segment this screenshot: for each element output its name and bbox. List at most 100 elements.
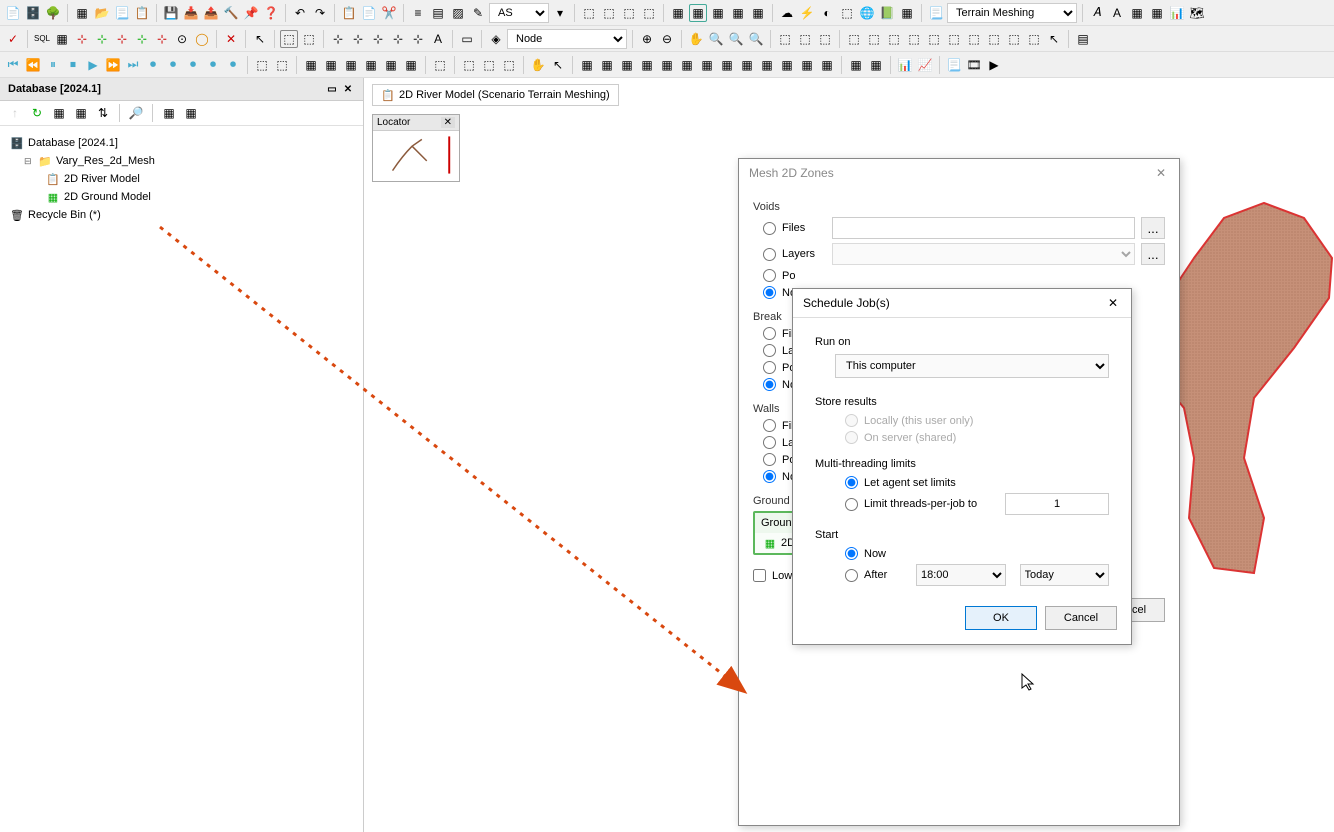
chart2-icon[interactable]: 📊	[896, 56, 914, 74]
as-combo[interactable]: AS	[489, 3, 549, 23]
voids-po-radio[interactable]	[763, 269, 776, 282]
m11-icon[interactable]: ⬚	[480, 56, 498, 74]
bolt-icon[interactable]: ⚡	[798, 4, 816, 22]
tree-root[interactable]: 🗄️ Database [2024.1]	[6, 134, 357, 152]
s8-icon[interactable]: ⬚	[985, 30, 1003, 48]
day-select[interactable]: Today	[1020, 564, 1110, 586]
break-file-radio[interactable]	[763, 327, 776, 340]
tool-c-icon[interactable]: ⬚	[620, 4, 638, 22]
s7-icon[interactable]: ⬚	[965, 30, 983, 48]
break-no-radio[interactable]	[763, 378, 776, 391]
break-lay-radio[interactable]	[763, 344, 776, 357]
import-icon[interactable]: 📥	[182, 4, 200, 22]
undo-icon[interactable]: ↶	[291, 4, 309, 22]
locator-close-icon[interactable]: ✕	[441, 117, 455, 128]
voids-files-browse[interactable]: ...	[1141, 217, 1165, 239]
schedule-ok-button[interactable]: OK	[965, 606, 1037, 630]
s2-icon[interactable]: ⬚	[865, 30, 883, 48]
font-a-icon[interactable]: 𝐴	[1088, 4, 1106, 22]
arr2-icon[interactable]: ↖	[549, 56, 567, 74]
s11-icon[interactable]: ↖	[1045, 30, 1063, 48]
node-b-icon[interactable]: ⊹	[93, 30, 111, 48]
walls-no-radio[interactable]	[763, 470, 776, 483]
s3-icon[interactable]: ⬚	[885, 30, 903, 48]
s1-icon[interactable]: ⬚	[845, 30, 863, 48]
cut-icon[interactable]: ✂️	[380, 4, 398, 22]
t1-icon[interactable]: ⬚	[776, 30, 794, 48]
multi-icon[interactable]: 📋	[133, 4, 151, 22]
rec-b-icon[interactable]: ⏺	[164, 56, 182, 74]
hand-icon[interactable]: ✋	[687, 30, 705, 48]
g13-icon[interactable]: ▦	[818, 56, 836, 74]
m1-icon[interactable]: ⬚	[253, 56, 271, 74]
form-icon[interactable]: ▤	[1074, 30, 1092, 48]
walls-pol-radio[interactable]	[763, 453, 776, 466]
db-icon[interactable]: 🗄️	[24, 4, 42, 22]
lower-mesh-checkbox[interactable]	[753, 569, 766, 582]
map-icon[interactable]: 🗺	[1188, 4, 1206, 22]
voids-no-radio[interactable]	[763, 286, 776, 299]
m4-icon[interactable]: ▦	[322, 56, 340, 74]
close-panel-icon[interactable]: ✕	[341, 82, 355, 96]
hand2-icon[interactable]: ✋	[529, 56, 547, 74]
break-pol-radio[interactable]	[763, 361, 776, 374]
tree-river-model[interactable]: 📋 2D River Model	[6, 170, 357, 188]
n2-icon[interactable]: ⊹	[349, 30, 367, 48]
schedule-cancel-button[interactable]: Cancel	[1045, 606, 1117, 630]
n3-icon[interactable]: ⊹	[369, 30, 387, 48]
m9-icon[interactable]: ⬚	[431, 56, 449, 74]
locator-preview[interactable]	[373, 131, 459, 179]
m7-icon[interactable]: ▦	[382, 56, 400, 74]
new-icon[interactable]: 📄	[4, 4, 22, 22]
minimize-icon[interactable]: ▭	[325, 82, 339, 96]
m2-icon[interactable]: ⬚	[273, 56, 291, 74]
tb-b-icon[interactable]: ▦	[72, 104, 90, 122]
grid-b-icon[interactable]: ▦	[689, 4, 707, 22]
limit-threads-radio[interactable]	[845, 498, 858, 511]
hash-icon[interactable]: ▦	[1148, 4, 1166, 22]
circ-icon[interactable]: ◐	[818, 4, 836, 22]
g15-icon[interactable]: ▦	[867, 56, 885, 74]
g11-icon[interactable]: ▦	[778, 56, 796, 74]
redo-icon[interactable]: ↷	[311, 4, 329, 22]
m12-icon[interactable]: ⬚	[500, 56, 518, 74]
n1-icon[interactable]: ⊹	[329, 30, 347, 48]
g6-icon[interactable]: ▦	[678, 56, 696, 74]
sql-icon[interactable]: SQL	[33, 30, 51, 48]
check-icon[interactable]: ✓	[4, 30, 22, 48]
time-select[interactable]: 18:00	[916, 564, 1006, 586]
threads-input[interactable]	[1005, 493, 1109, 515]
s4-icon[interactable]: ⬚	[905, 30, 923, 48]
play-last-icon[interactable]: ⏭	[124, 56, 142, 74]
m10-icon[interactable]: ⬚	[460, 56, 478, 74]
pause-icon[interactable]: ⏸	[44, 56, 62, 74]
table-icon[interactable]: ▦	[73, 4, 91, 22]
node-c-icon[interactable]: ⊹	[113, 30, 131, 48]
delete-icon[interactable]: ✕	[222, 30, 240, 48]
tb-d-icon[interactable]: ▦	[182, 104, 200, 122]
let-agent-radio[interactable]	[845, 476, 858, 489]
play-prev-icon[interactable]: ⏪	[24, 56, 42, 74]
voids-layers-select[interactable]	[832, 243, 1135, 265]
walls-file-radio[interactable]	[763, 419, 776, 432]
color-icon[interactable]: ▦	[1128, 4, 1146, 22]
rec-c-icon[interactable]: ⏺	[184, 56, 202, 74]
t3-icon[interactable]: ⬚	[816, 30, 834, 48]
tool-b-icon[interactable]: ⬚	[600, 4, 618, 22]
g7-icon[interactable]: ▦	[698, 56, 716, 74]
g2-icon[interactable]: ▦	[598, 56, 616, 74]
g3-icon[interactable]: ▦	[618, 56, 636, 74]
ring-icon[interactable]: ◯	[193, 30, 211, 48]
mag-out-icon[interactable]: 🔍	[727, 30, 745, 48]
run-on-select[interactable]: This computer	[835, 354, 1109, 378]
tree-icon[interactable]: 🌳	[44, 4, 62, 22]
g4-icon[interactable]: ▦	[638, 56, 656, 74]
poly-icon[interactable]: ◈	[487, 30, 505, 48]
box-icon[interactable]: ⬚	[838, 4, 856, 22]
dropdown-icon[interactable]: ▾	[551, 4, 569, 22]
terrain-combo[interactable]: Terrain Meshing	[947, 3, 1077, 23]
font-c-icon[interactable]: A	[1108, 4, 1126, 22]
run-icon[interactable]: ▶	[985, 56, 1003, 74]
m6-icon[interactable]: ▦	[362, 56, 380, 74]
rec-a-icon[interactable]: ⏺	[144, 56, 162, 74]
